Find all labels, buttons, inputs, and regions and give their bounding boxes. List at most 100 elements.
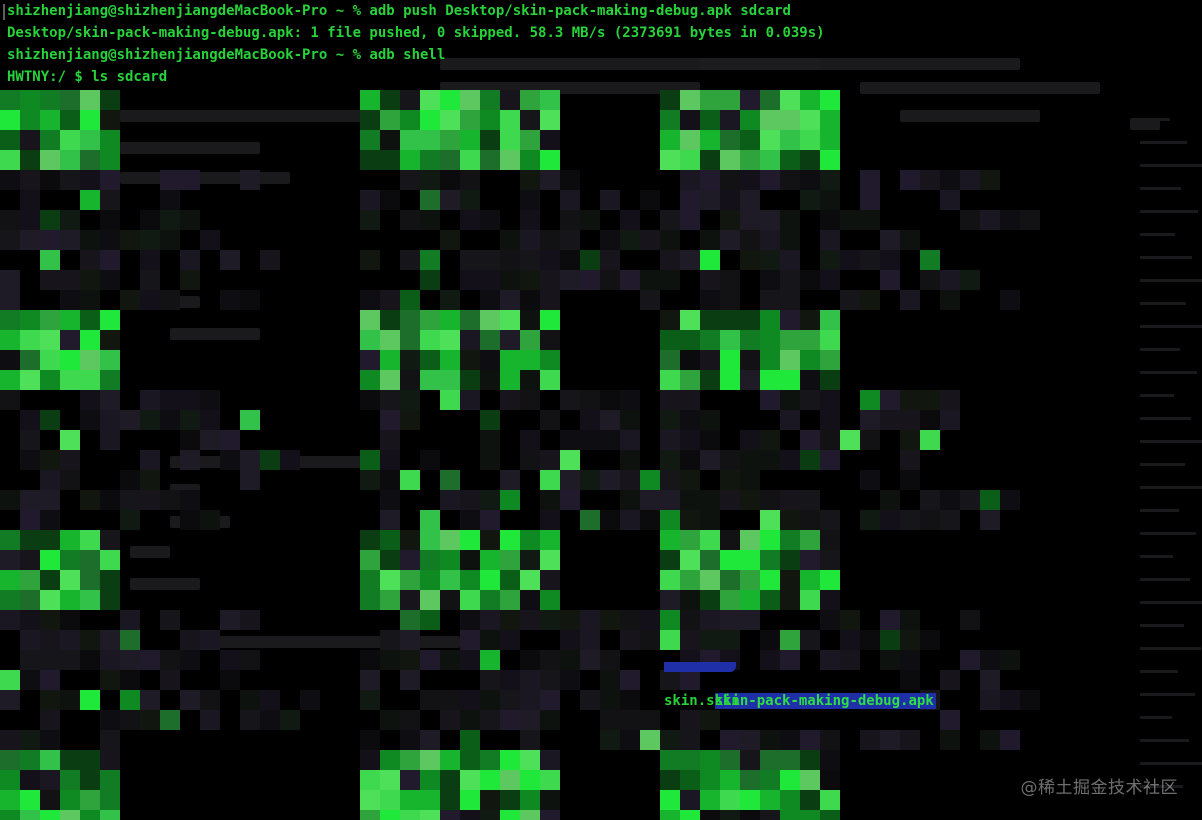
mosaic-pixel: [740, 570, 760, 590]
mosaic-pixel: [480, 790, 500, 810]
mosaic-pixel: [900, 470, 920, 490]
mosaic-pixel: [720, 630, 740, 650]
mosaic-pixel: [0, 90, 20, 110]
mosaic-pixel: [840, 650, 860, 670]
mosaic-pixel: [500, 610, 520, 630]
mosaic-pixel: [500, 750, 520, 770]
mosaic-pixel: [140, 210, 160, 230]
mosaic-pixel: [800, 310, 820, 330]
mosaic-pixel: [440, 770, 460, 790]
mosaic-pixel: [20, 630, 40, 650]
mosaic-pixel: [500, 310, 520, 330]
mosaic-pixel: [800, 150, 820, 170]
mosaic-pixel: [480, 570, 500, 590]
mosaic-pixel: [620, 230, 640, 250]
mosaic-pixel: [380, 350, 400, 370]
mosaic-pixel: [40, 90, 60, 110]
mosaic-pixel: [540, 750, 560, 770]
command-line-shell: shizhenjiang@shizhenjiangdeMacBook-Pro ~…: [7, 47, 446, 63]
mosaic-pixel: [480, 370, 500, 390]
mosaic-pixel: [880, 250, 900, 270]
mosaic-pixel: [540, 130, 560, 150]
mosaic-pixel: [540, 510, 560, 530]
mosaic-pixel: [740, 210, 760, 230]
mosaic-pixel: [520, 150, 540, 170]
mosaic-pixel: [820, 190, 840, 210]
mosaic-pixel: [100, 270, 120, 290]
mosaic-pixel: [560, 170, 580, 190]
mosaic-pixel: [620, 430, 640, 450]
mosaic-pixel: [440, 550, 460, 570]
mosaic-pixel: [580, 210, 600, 230]
mosaic-pixel: [880, 490, 900, 510]
mosaic-pixel: [60, 790, 80, 810]
mosaic-pixel: [940, 410, 960, 430]
mosaic-pixel: [220, 670, 240, 690]
mosaic-pixel: [580, 690, 600, 710]
mosaic-pixel: [800, 330, 820, 350]
mosaic-pixel: [680, 310, 700, 330]
mosaic-pixel: [660, 490, 680, 510]
mosaic-pixel: [60, 770, 80, 790]
mosaic-pixel: [420, 590, 440, 610]
mosaic-pixel: [360, 110, 380, 130]
mosaic-pixel: [440, 230, 460, 250]
mosaic-pixel: [480, 630, 500, 650]
terminal-window[interactable]: shizhenjiang@shizhenjiangdeMacBook-Pro ~…: [0, 0, 1202, 820]
mosaic-pixel: [680, 770, 700, 790]
mosaic-pixel: [680, 490, 700, 510]
mosaic-pixel: [860, 170, 880, 190]
mosaic-pixel: [420, 330, 440, 350]
mosaic-pixel: [460, 250, 480, 270]
mosaic-pixel: [400, 310, 420, 330]
mosaic-pixel: [140, 650, 160, 670]
mosaic-pixel: [720, 150, 740, 170]
mosaic-pixel: [20, 430, 40, 450]
mosaic-pixel: [700, 790, 720, 810]
mosaic-pixel: [360, 210, 380, 230]
mosaic-pixel: [0, 730, 20, 750]
mosaic-pixel: [120, 650, 140, 670]
mosaic-pixel: [400, 370, 420, 390]
mosaic-pixel: [100, 390, 120, 410]
mosaic-pixel: [840, 290, 860, 310]
mosaic-pixel: [160, 670, 180, 690]
mosaic-pixel: [900, 730, 920, 750]
mosaic-pixel: [980, 210, 1000, 230]
mosaic-pixel: [380, 410, 400, 430]
mosaic-pixel: [20, 150, 40, 170]
mosaic-pixel: [100, 430, 120, 450]
mosaic-pixel: [380, 430, 400, 450]
mosaic-pixel: [540, 710, 560, 730]
mosaic-pixel: [760, 790, 780, 810]
terminal-caret: [3, 4, 5, 20]
mosaic-pixel: [620, 390, 640, 410]
mosaic-pixel: [420, 190, 440, 210]
mosaic-pixel: [540, 490, 560, 510]
mosaic-pixel: [640, 630, 660, 650]
mosaic-pixel: [40, 670, 60, 690]
mosaic-pixel: [20, 730, 40, 750]
mosaic-pixel: [680, 470, 700, 490]
mosaic-pixel: [380, 130, 400, 150]
mosaic-pixel: [80, 770, 100, 790]
mosaic-pixel: [480, 610, 500, 630]
mosaic-pixel: [540, 650, 560, 670]
mosaic-pixel: [80, 530, 100, 550]
mosaic-pixel: [680, 330, 700, 350]
mosaic-pixel: [660, 230, 680, 250]
mosaic-pixel: [820, 550, 840, 570]
mosaic-pixel: [540, 550, 560, 570]
mosaic-pixel: [860, 510, 880, 530]
mosaic-pixel: [140, 390, 160, 410]
mosaic-pixel: [720, 730, 740, 750]
mosaic-pixel: [40, 450, 60, 470]
mosaic-pixel: [20, 410, 40, 430]
listing-entry-selected[interactable]: skin-pack-making-debug.apk: [664, 668, 936, 709]
mosaic-pixel: [720, 90, 740, 110]
mosaic-pixel: [660, 150, 680, 170]
mosaic-pixel: [520, 430, 540, 450]
mosaic-pixel: [880, 390, 900, 410]
listing-entry-apk[interactable]: skin-pack-making-debug.apk: [714, 693, 936, 709]
mosaic-pixel: [520, 310, 540, 330]
